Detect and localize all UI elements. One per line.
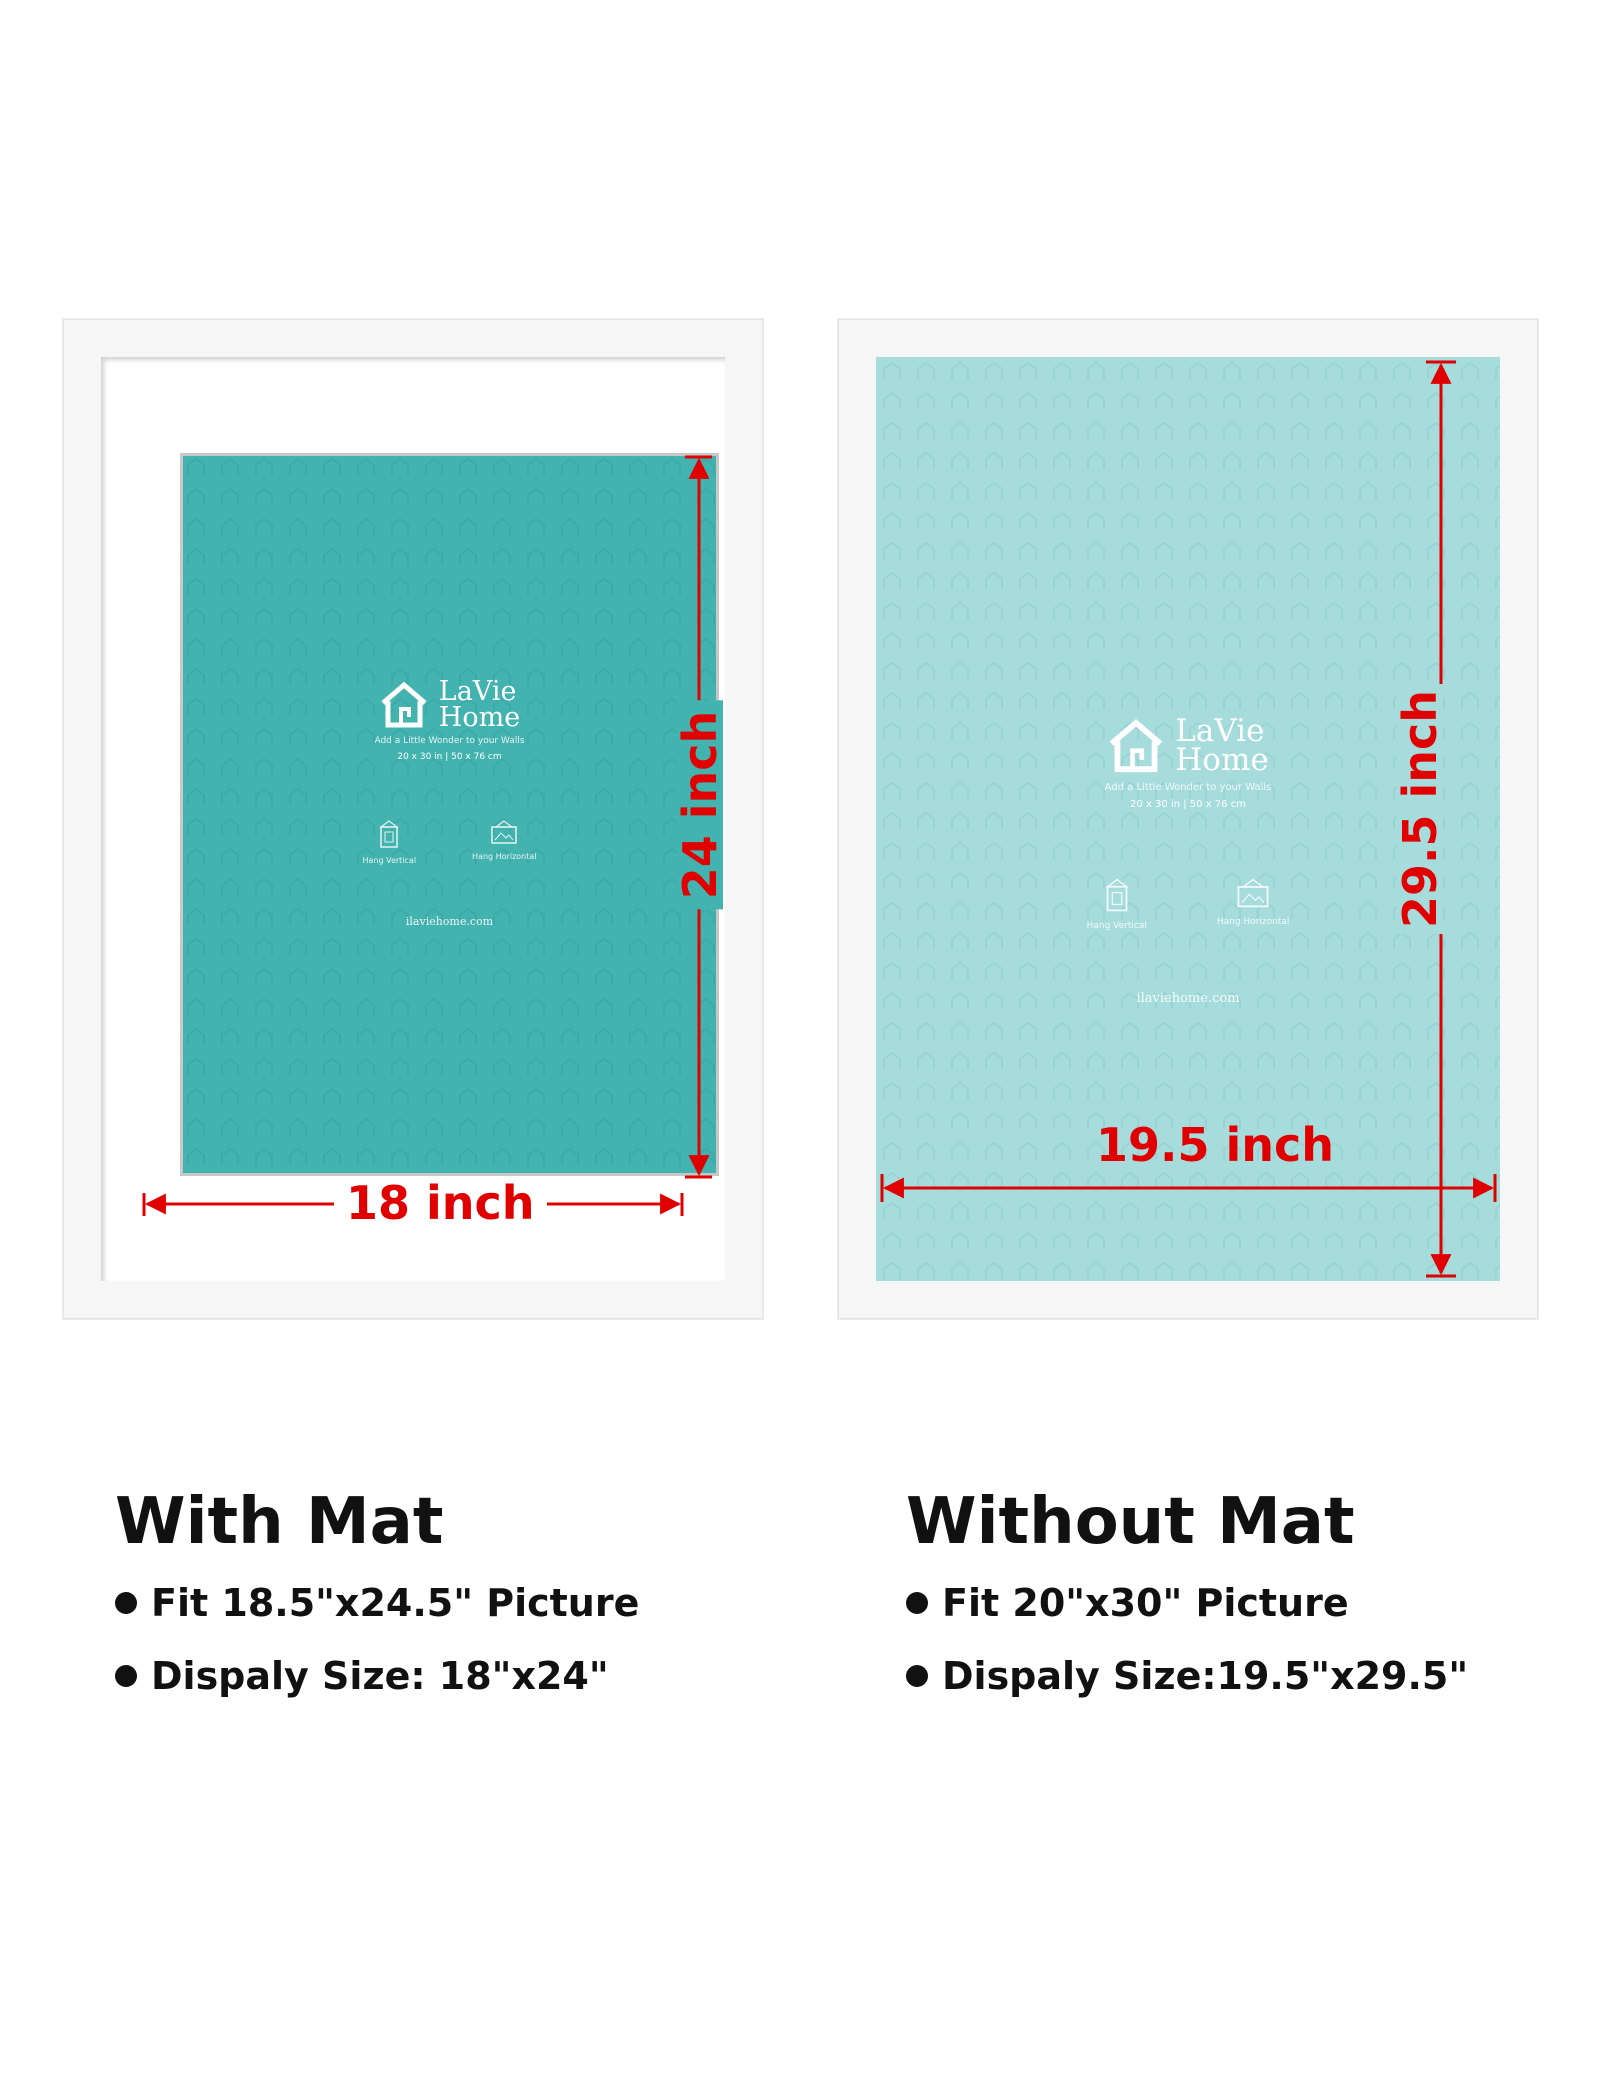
without-mat-height-label: 29.5 inch: [1393, 683, 1447, 935]
spec-text: Dispaly Size: 18"x24": [151, 1654, 609, 1698]
frame-with-mat: LaVie Home Add a Little Wonder to your W…: [63, 319, 763, 1319]
hang-horizontal-icon: [1236, 878, 1270, 911]
hang-options: Hang Vertical Hang Horizontal: [180, 820, 719, 865]
with-mat-title: With Mat: [115, 1485, 444, 1559]
poster-size: 20 x 30 in | 50 x 76 cm: [397, 752, 502, 763]
hang-vertical: Hang Vertical: [362, 820, 416, 865]
bullet-icon: [115, 1592, 137, 1614]
house-logo-icon: [1107, 718, 1165, 774]
bullet-icon: [906, 1592, 928, 1614]
spec-item: Fit 18.5"x24.5" Picture: [115, 1584, 639, 1622]
hang-horizontal: Hang Horizontal: [472, 820, 537, 865]
poster-website: ilaviehome.com: [1136, 990, 1240, 1006]
spec-text: Fit 18.5"x24.5" Picture: [151, 1581, 640, 1625]
poster-website: ilaviehome.com: [405, 915, 494, 929]
without-mat-title: Without Mat: [906, 1485, 1355, 1559]
poster-branding: LaVie Home Add a Little Wonder to your W…: [180, 676, 719, 929]
hang-vertical-label: Hang Vertical: [362, 856, 417, 866]
hang-vertical-icon: [378, 820, 400, 850]
with-mat-width-label: 18 inch: [334, 1180, 547, 1226]
house-logo-icon: [379, 681, 429, 729]
brand-name: LaVie Home: [438, 676, 521, 733]
brand-name: LaVie Home: [1175, 715, 1269, 779]
spec-item: Dispaly Size: 18"x24": [115, 1657, 639, 1695]
mat-board: LaVie Home Add a Little Wonder to your W…: [101, 357, 725, 1281]
without-mat-caption: Without Mat Fit 20"x30" Picture Dispaly …: [906, 1490, 1468, 1730]
poster-tagline: Add a Little Wonder to your Walls: [374, 736, 525, 747]
spec-item: Dispaly Size:19.5"x29.5": [906, 1657, 1468, 1695]
without-mat-specs: Fit 20"x30" Picture Dispaly Size:19.5"x2…: [906, 1584, 1468, 1695]
bullet-icon: [906, 1665, 928, 1687]
hang-vertical: Hang Vertical: [1087, 878, 1147, 931]
poster-with-mat: LaVie Home Add a Little Wonder to your W…: [180, 453, 719, 1176]
spec-text: Dispaly Size:19.5"x29.5": [942, 1654, 1469, 1698]
hang-horizontal: Hang Horizontal: [1216, 878, 1290, 931]
hang-vertical-icon: [1104, 878, 1130, 915]
bullet-icon: [115, 1665, 137, 1687]
with-mat-specs: Fit 18.5"x24.5" Picture Dispaly Size: 18…: [115, 1584, 639, 1695]
brand-line1: LaVie: [438, 676, 517, 707]
without-mat-width-label: 19.5 inch: [1096, 1118, 1335, 1172]
brand-line2: Home: [1175, 742, 1269, 779]
hang-vertical-label: Hang Vertical: [1086, 920, 1147, 931]
spec-text: Fit 20"x30" Picture: [942, 1581, 1349, 1625]
spec-item: Fit 20"x30" Picture: [906, 1584, 1468, 1622]
brand-line2: Home: [438, 701, 521, 733]
hang-horizontal-label: Hang Horizontal: [472, 852, 537, 862]
with-mat-height-label: 24 inch: [673, 700, 727, 910]
hang-horizontal-icon: [490, 820, 518, 846]
hang-horizontal-label: Hang Horizontal: [1216, 916, 1290, 927]
with-mat-caption: With Mat Fit 18.5"x24.5" Picture Dispaly…: [115, 1490, 639, 1730]
